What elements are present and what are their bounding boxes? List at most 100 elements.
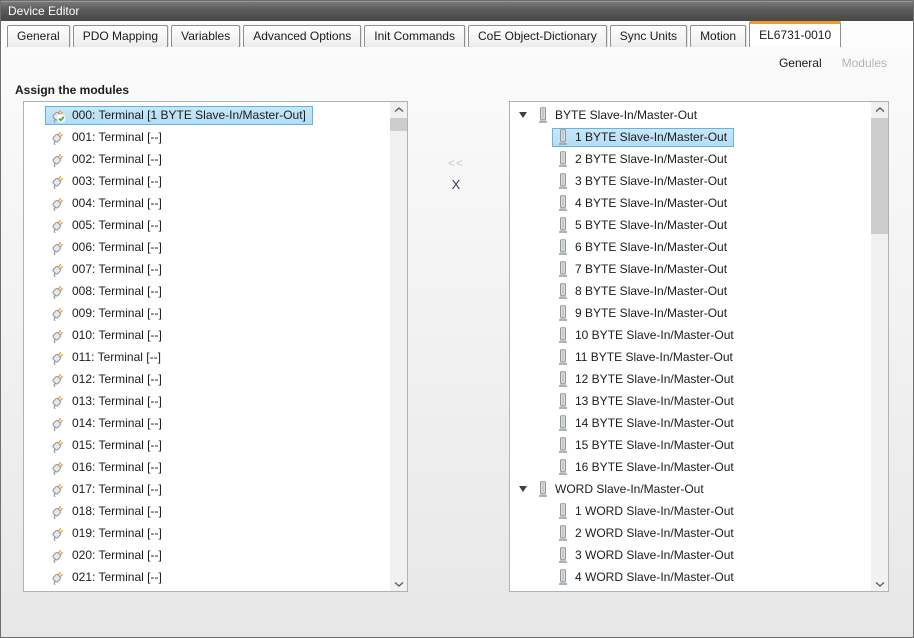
terminal-list-item[interactable]: 015: Terminal [--] [24,434,390,456]
module-tree-item[interactable]: 4 BYTE Slave-In/Master-Out [510,192,871,214]
terminal-list-item[interactable]: 008: Terminal [--] [24,280,390,302]
module-tree-item[interactable]: BYTE Slave-In/Master-Out [510,104,871,126]
terminal-list-item[interactable]: 007: Terminal [--] [24,258,390,280]
module-tree-item[interactable]: 2 BYTE Slave-In/Master-Out [510,148,871,170]
scroll-down-arrow-icon[interactable] [390,576,407,591]
scroll-down-arrow-icon[interactable] [871,576,888,591]
module-tree-item[interactable]: 5 BYTE Slave-In/Master-Out [510,214,871,236]
module-tree-item[interactable]: 12 BYTE Slave-In/Master-Out [510,368,871,390]
tab-coe-object-dictionary[interactable]: CoE Object-Dictionary [468,25,607,47]
terminal-list-item[interactable]: 001: Terminal [--] [24,126,390,148]
module-icon [557,525,569,541]
scroll-up-arrow-icon[interactable] [871,102,888,117]
plug-icon [50,173,66,189]
tab-variables[interactable]: Variables [171,25,240,47]
plug-icon [50,195,66,211]
tab-advanced-options[interactable]: Advanced Options [243,25,361,47]
terminal-list-item[interactable]: 021: Terminal [--] [24,566,390,588]
module-tree-item[interactable]: 3 BYTE Slave-In/Master-Out [510,170,871,192]
terminal-list-item[interactable]: 010: Terminal [--] [24,324,390,346]
tab-pdo-mapping[interactable]: PDO Mapping [73,25,168,47]
expander-down-icon[interactable] [519,112,527,118]
plug-icon [50,525,66,541]
tab-motion[interactable]: Motion [690,25,746,47]
module-tree-item[interactable]: 7 BYTE Slave-In/Master-Out [510,258,871,280]
terminal-list-item[interactable]: 011: Terminal [--] [24,346,390,368]
terminal-list-item[interactable]: 005: Terminal [--] [24,214,390,236]
module-icon [557,415,569,431]
plug-icon [50,305,66,321]
module-icon [557,569,569,585]
green-check-icon [57,114,65,122]
terminal-list-item[interactable]: 004: Terminal [--] [24,192,390,214]
assign-left-button[interactable]: << [438,155,474,171]
vertical-scrollbar[interactable] [390,102,407,591]
terminal-list-item[interactable]: 020: Terminal [--] [24,544,390,566]
module-icon [557,261,569,277]
tab-init-commands[interactable]: Init Commands [364,25,465,47]
module-icon [557,349,569,365]
module-tree-item[interactable]: 3 WORD Slave-In/Master-Out [510,544,871,566]
module-icon [557,371,569,387]
terminal-list-item[interactable]: 014: Terminal [--] [24,412,390,434]
module-icon [557,327,569,343]
terminal-list-item[interactable]: 000: Terminal [1 BYTE Slave-In/Master-Ou… [24,104,390,126]
terminal-list-item[interactable]: 019: Terminal [--] [24,522,390,544]
module-tree: BYTE Slave-In/Master-Out [510,102,871,591]
module-tree-item[interactable]: 16 BYTE Slave-In/Master-Out [510,456,871,478]
plug-icon [50,129,66,145]
plug-icon [50,327,66,343]
sub-navigation: General Modules [779,56,887,70]
module-icon [557,393,569,409]
terminal-list-item[interactable]: 002: Terminal [--] [24,148,390,170]
terminal-list-item[interactable]: 006: Terminal [--] [24,236,390,258]
terminal-list-item[interactable]: 017: Terminal [--] [24,478,390,500]
plug-icon [50,547,66,563]
module-tree-item[interactable]: 8 BYTE Slave-In/Master-Out [510,280,871,302]
tab-el6731-0010[interactable]: EL6731-0010 [749,21,841,47]
expander-down-icon[interactable] [519,486,527,492]
module-icon [537,481,549,497]
scroll-up-arrow-icon[interactable] [390,102,407,117]
terminal-list-item[interactable]: 009: Terminal [--] [24,302,390,324]
module-tree-item[interactable]: 2 WORD Slave-In/Master-Out [510,522,871,544]
tab-sync-units[interactable]: Sync Units [610,25,687,47]
module-tree-item[interactable]: 4 WORD Slave-In/Master-Out [510,566,871,588]
device-editor-window: Device Editor General PDO Mapping Variab… [0,0,914,638]
module-icon [537,107,549,123]
module-icon [557,283,569,299]
module-icon [557,195,569,211]
module-tree-item[interactable]: 11 BYTE Slave-In/Master-Out [510,346,871,368]
module-tree-item[interactable]: 14 BYTE Slave-In/Master-Out [510,412,871,434]
tab-general[interactable]: General [7,25,70,47]
module-tree-item[interactable]: 1 WORD Slave-In/Master-Out [510,500,871,522]
scrollbar-thumb[interactable] [390,118,407,131]
subnav-link-general[interactable]: General [779,56,822,70]
terminal-list-item[interactable]: 003: Terminal [--] [24,170,390,192]
module-tree-item[interactable]: WORD Slave-In/Master-Out [510,478,871,500]
module-tree-item[interactable]: 5 WORD Slave-In/Master-Out [510,588,871,591]
module-tree-item[interactable]: 10 BYTE Slave-In/Master-Out [510,324,871,346]
scrollbar-thumb[interactable] [871,118,888,234]
remove-assignment-button[interactable]: X [438,177,474,193]
module-icon [557,151,569,167]
module-icon [557,129,569,145]
subnav-link-modules[interactable]: Modules [842,56,887,70]
terminal-list-item[interactable]: 013: Terminal [--] [24,390,390,412]
module-tree-item[interactable]: 13 BYTE Slave-In/Master-Out [510,390,871,412]
terminal-list-item[interactable]: 016: Terminal [--] [24,456,390,478]
module-icon [557,437,569,453]
module-tree-item[interactable]: 1 BYTE Slave-In/Master-Out [510,126,871,148]
module-tree-box: BYTE Slave-In/Master-Out [509,101,889,592]
module-tree-item[interactable]: 6 BYTE Slave-In/Master-Out [510,236,871,258]
terminal-list-item[interactable]: 018: Terminal [--] [24,500,390,522]
terminal-list-item[interactable]: 012: Terminal [--] [24,368,390,390]
plug-icon [50,437,66,453]
plug-icon [50,503,66,519]
module-tree-item[interactable]: 15 BYTE Slave-In/Master-Out [510,434,871,456]
vertical-scrollbar[interactable] [871,102,888,591]
terminal-listbox: 000: Terminal [1 BYTE Slave-In/Master-Ou… [23,101,408,592]
module-tree-item[interactable]: 9 BYTE Slave-In/Master-Out [510,302,871,324]
plug-icon [50,107,66,123]
plug-icon [50,371,66,387]
